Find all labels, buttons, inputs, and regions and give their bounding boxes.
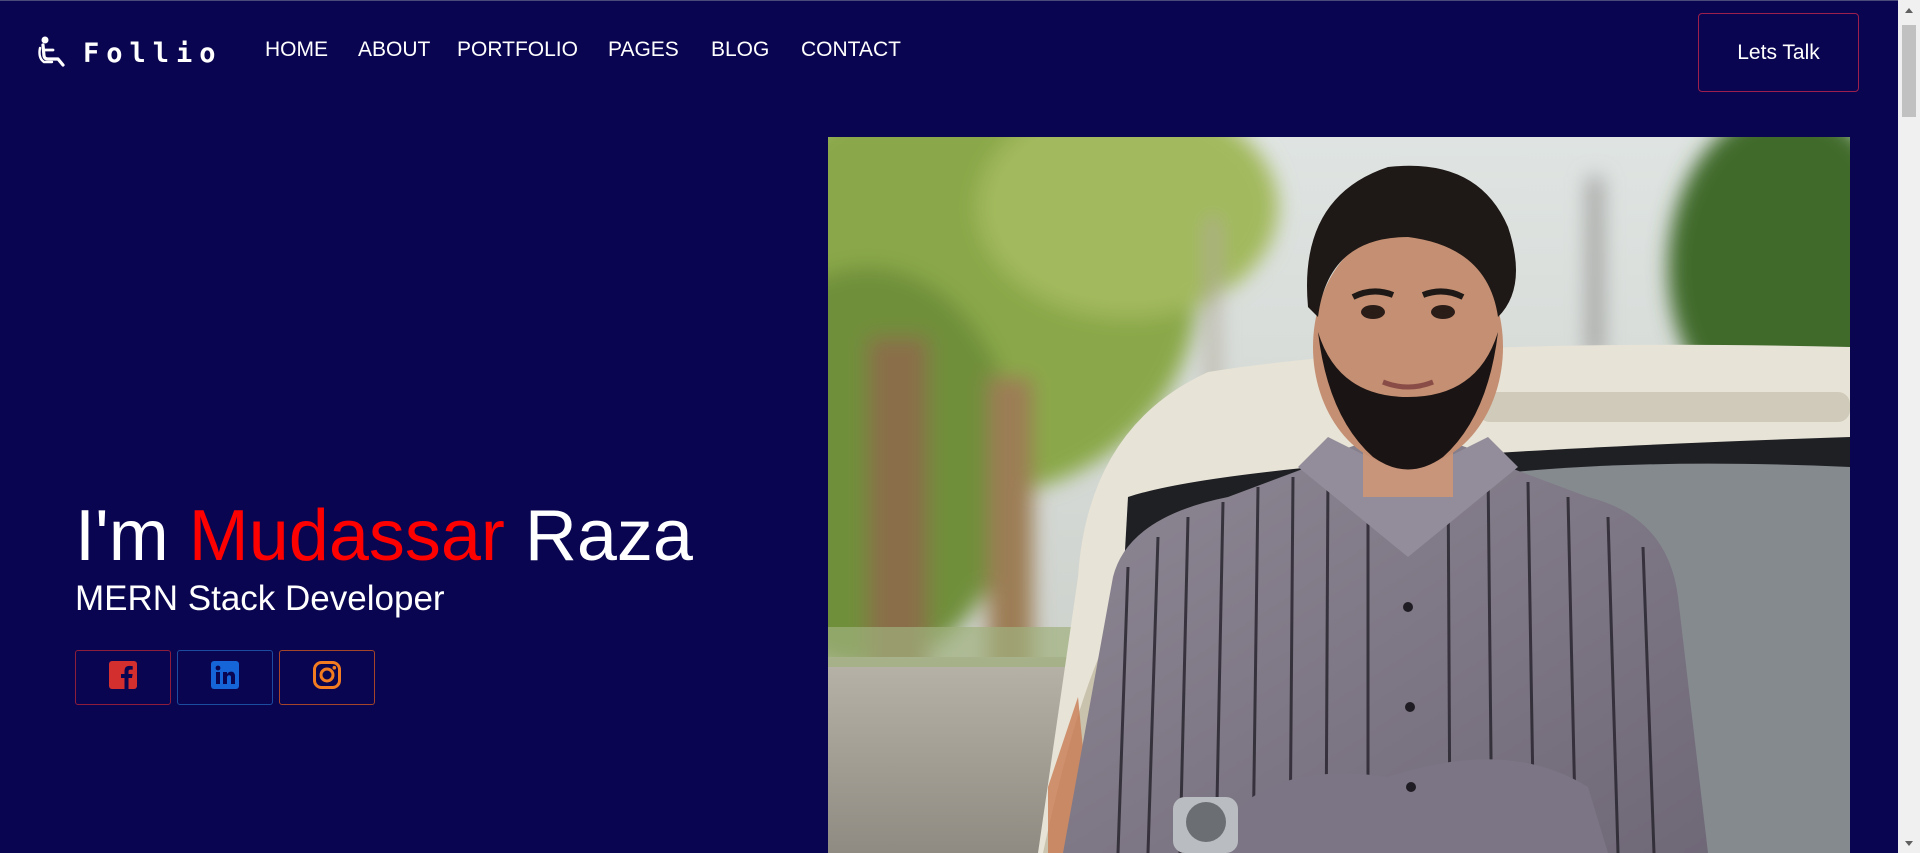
nav-item-home[interactable]: HOME: [265, 38, 328, 62]
nav-item-about[interactable]: ABOUT: [358, 38, 430, 62]
nav-item-portfolio[interactable]: PORTFOLIO: [457, 38, 578, 62]
page: Follio HOME ABOUT PORTFOLIO PAGES BLOG C…: [0, 0, 1920, 853]
navbar: Follio HOME ABOUT PORTFOLIO PAGES BLOG C…: [0, 0, 1898, 104]
nav-item-contact[interactable]: CONTACT: [801, 38, 901, 62]
profile-photo: [828, 137, 1850, 853]
scroll-up-arrow-icon[interactable]: [1898, 0, 1920, 20]
instagram-button[interactable]: [279, 650, 375, 705]
seated-person-icon: [36, 34, 70, 73]
hero-text: I'm Mudassar Raza MERN Stack Developer: [75, 496, 693, 620]
lets-talk-button[interactable]: Lets Talk: [1698, 13, 1859, 92]
linkedin-icon: [210, 660, 240, 695]
facebook-button[interactable]: [75, 650, 171, 705]
vertical-scrollbar[interactable]: [1898, 0, 1920, 853]
brand-name: Follio: [83, 38, 223, 69]
brand-logo[interactable]: Follio: [36, 34, 223, 73]
social-links: [75, 650, 381, 705]
nav-item-pages[interactable]: PAGES: [608, 38, 679, 62]
hero-subtitle: MERN Stack Developer: [75, 579, 445, 618]
nav-item-blog[interactable]: BLOG: [711, 38, 769, 62]
hero-title-first-name: Mudassar: [188, 496, 505, 576]
hero-title: I'm Mudassar Raza: [75, 496, 693, 576]
hero-title-prefix: I'm: [75, 496, 169, 576]
instagram-icon: [312, 660, 342, 695]
scrollbar-thumb[interactable]: [1902, 25, 1916, 117]
facebook-icon: [108, 660, 138, 695]
scroll-down-arrow-icon[interactable]: [1898, 833, 1920, 853]
hero-title-last-name: Raza: [524, 496, 693, 576]
linkedin-button[interactable]: [177, 650, 273, 705]
